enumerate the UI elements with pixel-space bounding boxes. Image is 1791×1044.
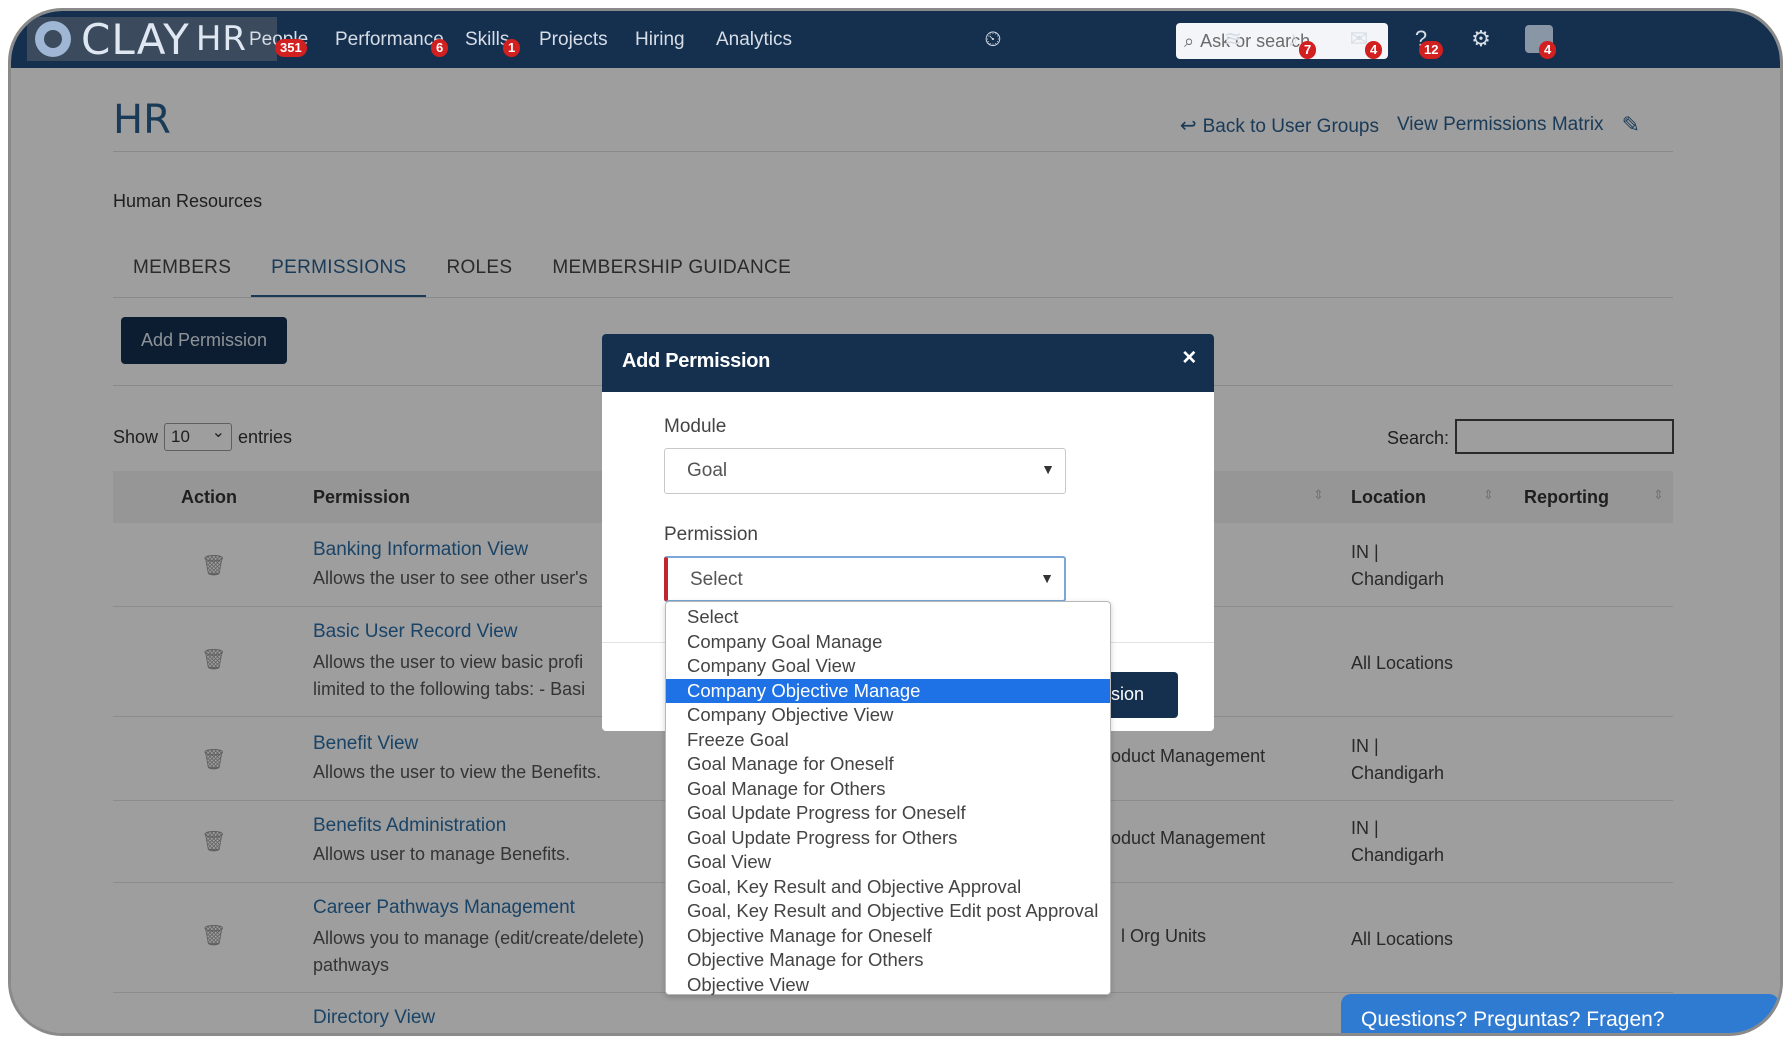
- permission-select[interactable]: Select ▼: [664, 556, 1066, 602]
- chevron-down-icon: ▼: [1041, 461, 1055, 477]
- messages-badge: 4: [1365, 41, 1383, 59]
- dropdown-option[interactable]: Company Goal View: [666, 654, 1110, 679]
- permission-select-value: Select: [690, 569, 743, 590]
- search-icon: ⌕: [1184, 30, 1195, 51]
- chevron-down-icon: ▼: [1040, 570, 1054, 586]
- dropdown-option[interactable]: Company Goal Manage: [666, 630, 1110, 655]
- app-window: CLAYHR People 351 Performance 6 Skills 1…: [8, 8, 1783, 1036]
- nav-analytics-label: Analytics: [716, 29, 793, 50]
- nav-performance-label: Performance: [335, 29, 444, 50]
- nav-skills[interactable]: Skills 1: [465, 11, 521, 68]
- close-icon[interactable]: ×: [1182, 344, 1196, 372]
- help-badge: 12: [1419, 41, 1444, 59]
- nav-analytics[interactable]: Analytics: [716, 11, 792, 68]
- brand-name: CLAY: [81, 14, 190, 64]
- brand-suffix: HR: [195, 19, 248, 59]
- permission-label: Permission: [664, 524, 758, 545]
- timer-icon[interactable]: ⏲: [979, 25, 1007, 53]
- nav-hiring[interactable]: Hiring: [635, 11, 685, 68]
- nav-projects[interactable]: Projects: [539, 11, 608, 68]
- dropdown-option[interactable]: Select: [666, 605, 1110, 630]
- clayhr-logo[interactable]: CLAY HR: [27, 14, 277, 64]
- module-label: Module: [664, 416, 727, 437]
- module-select[interactable]: Goal ▼: [664, 448, 1066, 494]
- nav-performance[interactable]: Performance 6: [335, 11, 449, 68]
- dropdown-option[interactable]: Objective Manage for Others: [666, 948, 1110, 973]
- nav-projects-label: Projects: [539, 29, 608, 50]
- dropdown-option[interactable]: Goal View: [666, 850, 1110, 875]
- gear-icon[interactable]: ⚙: [1467, 25, 1495, 53]
- dropdown-option[interactable]: Goal, Key Result and Objective Approval: [666, 875, 1110, 900]
- dropdown-option[interactable]: Goal Update Progress for Oneself: [666, 801, 1110, 826]
- layers-icon[interactable]: ≋: [1219, 25, 1247, 53]
- modal-title: Add Permission: [622, 350, 771, 372]
- dropdown-option[interactable]: Goal Update Progress for Others: [666, 826, 1110, 851]
- help-chat-banner[interactable]: Questions? Preguntas? Fragen?: [1341, 994, 1779, 1033]
- people-badge: 351: [275, 39, 307, 57]
- dropdown-option[interactable]: Freeze Goal: [666, 728, 1110, 753]
- logo-mark-icon: [35, 21, 71, 57]
- top-navigation: CLAYHR People 351 Performance 6 Skills 1…: [11, 11, 1780, 68]
- nav-hiring-label: Hiring: [635, 29, 685, 50]
- performance-badge: 6: [431, 39, 449, 57]
- modal-header: Add Permission ×: [602, 334, 1214, 392]
- dropdown-option[interactable]: Objective Manage for Oneself: [666, 924, 1110, 949]
- dropdown-option[interactable]: Goal Manage for Oneself: [666, 752, 1110, 777]
- dropdown-option[interactable]: Goal, Key Result and Objective Edit post…: [666, 899, 1110, 924]
- notifications-badge: 7: [1299, 41, 1317, 59]
- dropdown-option[interactable]: Goal Manage for Others: [666, 777, 1110, 802]
- module-value: Goal: [687, 460, 728, 481]
- dropdown-option[interactable]: Objective View: [666, 973, 1110, 998]
- nav-people[interactable]: People 351: [249, 11, 308, 68]
- profile-badge: 4: [1539, 41, 1557, 59]
- dropdown-option[interactable]: Company Objective Manage: [666, 678, 1110, 703]
- dropdown-option[interactable]: Company Objective View: [666, 703, 1110, 728]
- permission-dropdown-list: Select Company Goal Manage Company Goal Vi…: [665, 601, 1111, 995]
- skills-badge: 1: [503, 39, 521, 57]
